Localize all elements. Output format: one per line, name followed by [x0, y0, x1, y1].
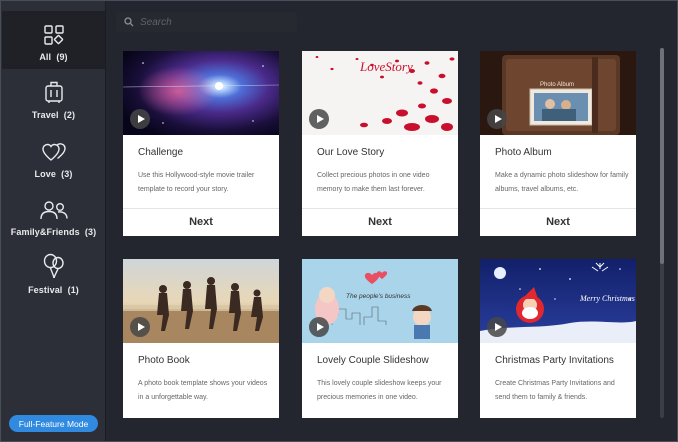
template-thumbnail[interactable]: The people's business: [302, 259, 458, 343]
play-icon[interactable]: [130, 317, 150, 337]
template-title: Photo Album: [495, 147, 552, 158]
sidebar-item-festival[interactable]: Festival (1): [2, 244, 105, 302]
template-thumbnail[interactable]: Photo Album: [480, 51, 636, 135]
template-card-photo-album[interactable]: Photo Album Photo Album Make a dynamic p…: [480, 51, 636, 236]
template-card-challenge[interactable]: Challenge Use this Hollywood-style movie…: [123, 51, 279, 236]
play-icon[interactable]: [309, 317, 329, 337]
template-thumbnail[interactable]: Merry Christmas: [480, 259, 636, 343]
play-icon[interactable]: [487, 109, 507, 129]
couple-thumb-text: The people's business: [346, 293, 411, 300]
grid-icon: [43, 25, 64, 45]
sidebar-item-label: Festival (1): [28, 285, 79, 295]
template-description: A photo book template shows your videos …: [138, 380, 268, 401]
love-story-thumb-text: LoveStory: [359, 59, 413, 74]
template-card-christmas-party-invitations[interactable]: Merry Christmas Christmas Party Invitati…: [480, 259, 636, 418]
template-card-our-love-story[interactable]: LoveStory Our Love Story Collect preciou…: [302, 51, 458, 236]
search-icon: [124, 17, 134, 27]
template-title: Our Love Story: [317, 147, 385, 158]
template-title: Photo Book: [138, 355, 190, 366]
template-description: Create Christmas Party Invitations and s…: [495, 380, 615, 401]
search-bar: [116, 12, 297, 32]
sidebar-item-label: Travel (2): [31, 110, 76, 120]
sidebar-item-travel[interactable]: Travel (2): [2, 69, 105, 127]
template-thumbnail[interactable]: [123, 51, 279, 135]
next-button[interactable]: Next: [302, 209, 458, 235]
hearts-icon: [41, 143, 66, 161]
people-icon: [39, 201, 68, 220]
template-description: Use this Hollywood-style movie trailer t…: [138, 172, 255, 193]
sidebar-item-label: Love (3): [34, 169, 73, 179]
sidebar-item-family-friends[interactable]: Family&Friends (3): [2, 186, 105, 244]
template-description: Make a dynamic photo slideshow for famil…: [495, 172, 629, 193]
play-icon[interactable]: [487, 317, 507, 337]
search-input[interactable]: [140, 16, 290, 28]
template-title: Challenge: [138, 147, 184, 158]
sidebar-item-all[interactable]: All (9): [2, 11, 105, 69]
play-icon[interactable]: [309, 109, 329, 129]
play-icon[interactable]: [130, 109, 150, 129]
next-button[interactable]: Next: [480, 209, 636, 235]
app-window: All (9) Travel (2) Love (3) Family&Frien…: [0, 0, 678, 442]
scrollbar[interactable]: [660, 48, 664, 418]
next-button[interactable]: Next: [123, 209, 279, 235]
scrollbar-thumb[interactable]: [660, 48, 664, 264]
sidebar-item-label: Family&Friends (3): [10, 227, 97, 237]
template-description: Collect precious photos in one video mem…: [317, 172, 430, 193]
luggage-icon: [44, 81, 63, 103]
sidebar-item-love[interactable]: Love (3): [2, 128, 105, 186]
template-title: Lovely Couple Slideshow: [317, 355, 429, 366]
photo-album-thumb-text: Photo Album: [540, 82, 574, 88]
template-title: Christmas Party Invitations: [495, 355, 614, 366]
balloons-icon: [43, 253, 64, 279]
sidebar-item-label: All (9): [39, 52, 68, 62]
template-description: This lovely couple slideshow keeps your …: [317, 380, 442, 401]
template-card-lovely-couple-slideshow[interactable]: The people's business Lovely Couple Slid…: [302, 259, 458, 418]
christmas-thumb-text: Merry Christmas: [579, 294, 635, 303]
template-thumbnail[interactable]: [123, 259, 279, 343]
template-card-photo-book[interactable]: Photo Book A photo book template shows y…: [123, 259, 279, 418]
full-feature-mode-button[interactable]: Full-Feature Mode: [9, 415, 98, 432]
category-sidebar: All (9) Travel (2) Love (3) Family&Frien…: [1, 1, 106, 441]
template-thumbnail[interactable]: LoveStory: [302, 51, 458, 135]
